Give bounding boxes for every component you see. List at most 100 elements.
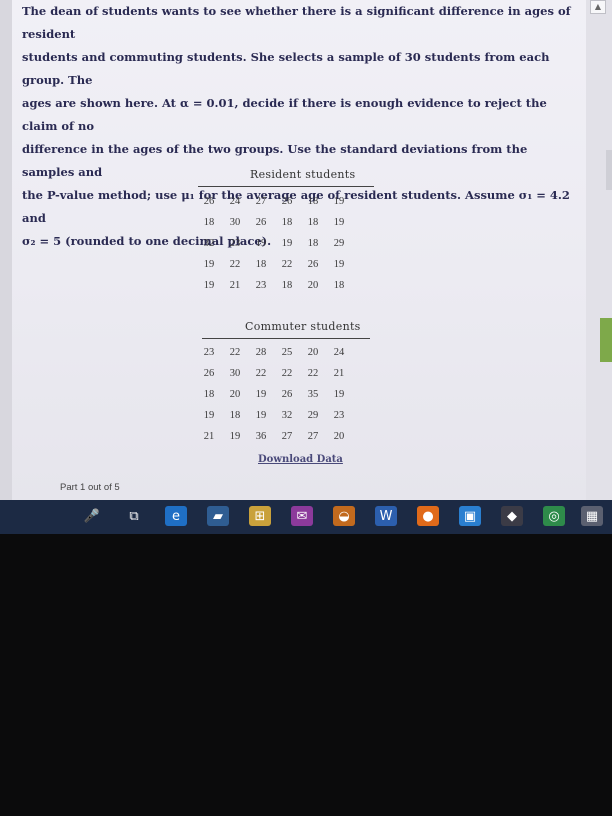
scroll-up-icon[interactable]: ▲: [590, 0, 606, 14]
commuter-table-title: Commuter students: [245, 320, 361, 333]
table-row: 18 20 19 26 35 19: [196, 384, 352, 405]
table-cell: 19: [333, 217, 345, 228]
table-cell: 19: [255, 410, 267, 421]
table-cell: 19: [281, 238, 293, 249]
table-cell: 18: [281, 280, 293, 291]
word-icon[interactable]: W: [375, 506, 397, 526]
side-green-button[interactable]: [600, 318, 612, 362]
table-cell: 27: [255, 196, 267, 207]
chrome-icon[interactable]: ◎: [543, 506, 565, 526]
table-cell: 19: [203, 280, 215, 291]
table-row: 19 21 23 18 20 18: [196, 275, 352, 296]
commuter-table: 23 22 28 25 20 24 26 30 22 22 22 21 18 20 19 26 35 19 19 18…: [196, 342, 352, 447]
table-cell: 18: [307, 217, 319, 228]
table-cell: 26: [281, 389, 293, 400]
resident-table-title: Resident students: [250, 168, 356, 181]
file-explorer-icon[interactable]: ▰: [207, 506, 229, 526]
store-icon[interactable]: ⊞: [249, 506, 271, 526]
table-cell: 20: [307, 280, 319, 291]
side-panel-tab[interactable]: [606, 150, 612, 190]
table-cell: 26: [203, 368, 215, 379]
table-cell: 26: [203, 196, 215, 207]
resident-table-rule: [198, 186, 374, 187]
table-cell: 26: [307, 259, 319, 270]
table-cell: 19: [333, 389, 345, 400]
table-cell: 20: [229, 389, 241, 400]
table-cell: 19: [333, 259, 345, 270]
table-cell: 23: [203, 347, 215, 358]
table-cell: 29: [307, 410, 319, 421]
table-cell: 21: [229, 280, 241, 291]
table-cell: 36: [255, 431, 267, 442]
edge-icon[interactable]: e: [165, 506, 187, 526]
firefox-icon[interactable]: ●: [417, 506, 439, 526]
table-cell: 18: [203, 389, 215, 400]
media-icon[interactable]: ◆: [501, 506, 523, 526]
table-cell: 30: [229, 217, 241, 228]
table-row: 26 30 22 22 22 21: [196, 363, 352, 384]
table-cell: 25: [281, 347, 293, 358]
table-cell: 30: [229, 368, 241, 379]
table-cell: 18: [307, 238, 319, 249]
table-cell: 22: [255, 368, 267, 379]
table-cell: 32: [203, 238, 215, 249]
table-cell: 22: [281, 259, 293, 270]
table-cell: 19: [255, 389, 267, 400]
table-row: 32 23 19 19 18 29: [196, 233, 352, 254]
table-cell: 19: [255, 238, 267, 249]
table-row: 19 18 19 32 29 23: [196, 405, 352, 426]
microphone-icon[interactable]: 🎤: [81, 506, 103, 526]
browser-viewport: ▲ The dean of students wants to see whet…: [0, 0, 612, 500]
calculator-icon[interactable]: ▦: [581, 506, 603, 526]
problem-line: students and commuting students. She sel…: [22, 50, 550, 87]
table-cell: 20: [333, 431, 345, 442]
table-cell: 19: [333, 196, 345, 207]
table-cell: 24: [229, 196, 241, 207]
table-cell: 20: [307, 347, 319, 358]
problem-line: The dean of students wants to see whethe…: [22, 4, 571, 41]
table-cell: 35: [307, 389, 319, 400]
problem-line: ages are shown here. At α = 0.01, decide…: [22, 96, 547, 133]
table-row: 19 22 18 22 26 19: [196, 254, 352, 275]
table-cell: 22: [229, 347, 241, 358]
scrollbar[interactable]: [586, 0, 612, 500]
commuter-table-rule: [202, 338, 370, 339]
table-cell: 19: [203, 410, 215, 421]
table-cell: 21: [333, 368, 345, 379]
table-cell: 27: [307, 431, 319, 442]
table-cell: 18: [255, 259, 267, 270]
download-data-link[interactable]: Download Data: [258, 454, 343, 465]
part-indicator: Part 1 out of 5: [60, 482, 120, 493]
table-cell: 18: [281, 217, 293, 228]
table-cell: 23: [333, 410, 345, 421]
table-row: 21 19 36 27 27 20: [196, 426, 352, 447]
task-view-icon[interactable]: ⧉: [123, 506, 145, 526]
table-cell: 18: [229, 410, 241, 421]
table-cell: 18: [333, 280, 345, 291]
table-cell: 22: [229, 259, 241, 270]
table-cell: 18: [307, 196, 319, 207]
photos-icon[interactable]: ▣: [459, 506, 481, 526]
table-cell: 23: [229, 238, 241, 249]
table-row: 23 22 28 25 20 24: [196, 342, 352, 363]
table-cell: 21: [203, 431, 215, 442]
table-cell: 26: [255, 217, 267, 228]
table-row: 26 24 27 26 18 19: [196, 191, 352, 212]
table-row: 18 30 26 18 18 19: [196, 212, 352, 233]
table-cell: 19: [229, 431, 241, 442]
table-cell: 32: [281, 410, 293, 421]
table-cell: 28: [255, 347, 267, 358]
resident-table: 26 24 27 26 18 19 18 30 26 18 18 19 32 23 19 19 18 29 19 22…: [196, 191, 352, 296]
mail-icon[interactable]: ✉: [291, 506, 313, 526]
table-cell: 24: [333, 347, 345, 358]
table-cell: 29: [333, 238, 345, 249]
table-cell: 19: [203, 259, 215, 270]
left-edge: [0, 0, 12, 500]
table-cell: 22: [307, 368, 319, 379]
table-cell: 23: [255, 280, 267, 291]
table-cell: 18: [203, 217, 215, 228]
table-cell: 26: [281, 196, 293, 207]
onenote-icon[interactable]: ◒: [333, 506, 355, 526]
table-cell: 22: [281, 368, 293, 379]
table-cell: 27: [281, 431, 293, 442]
